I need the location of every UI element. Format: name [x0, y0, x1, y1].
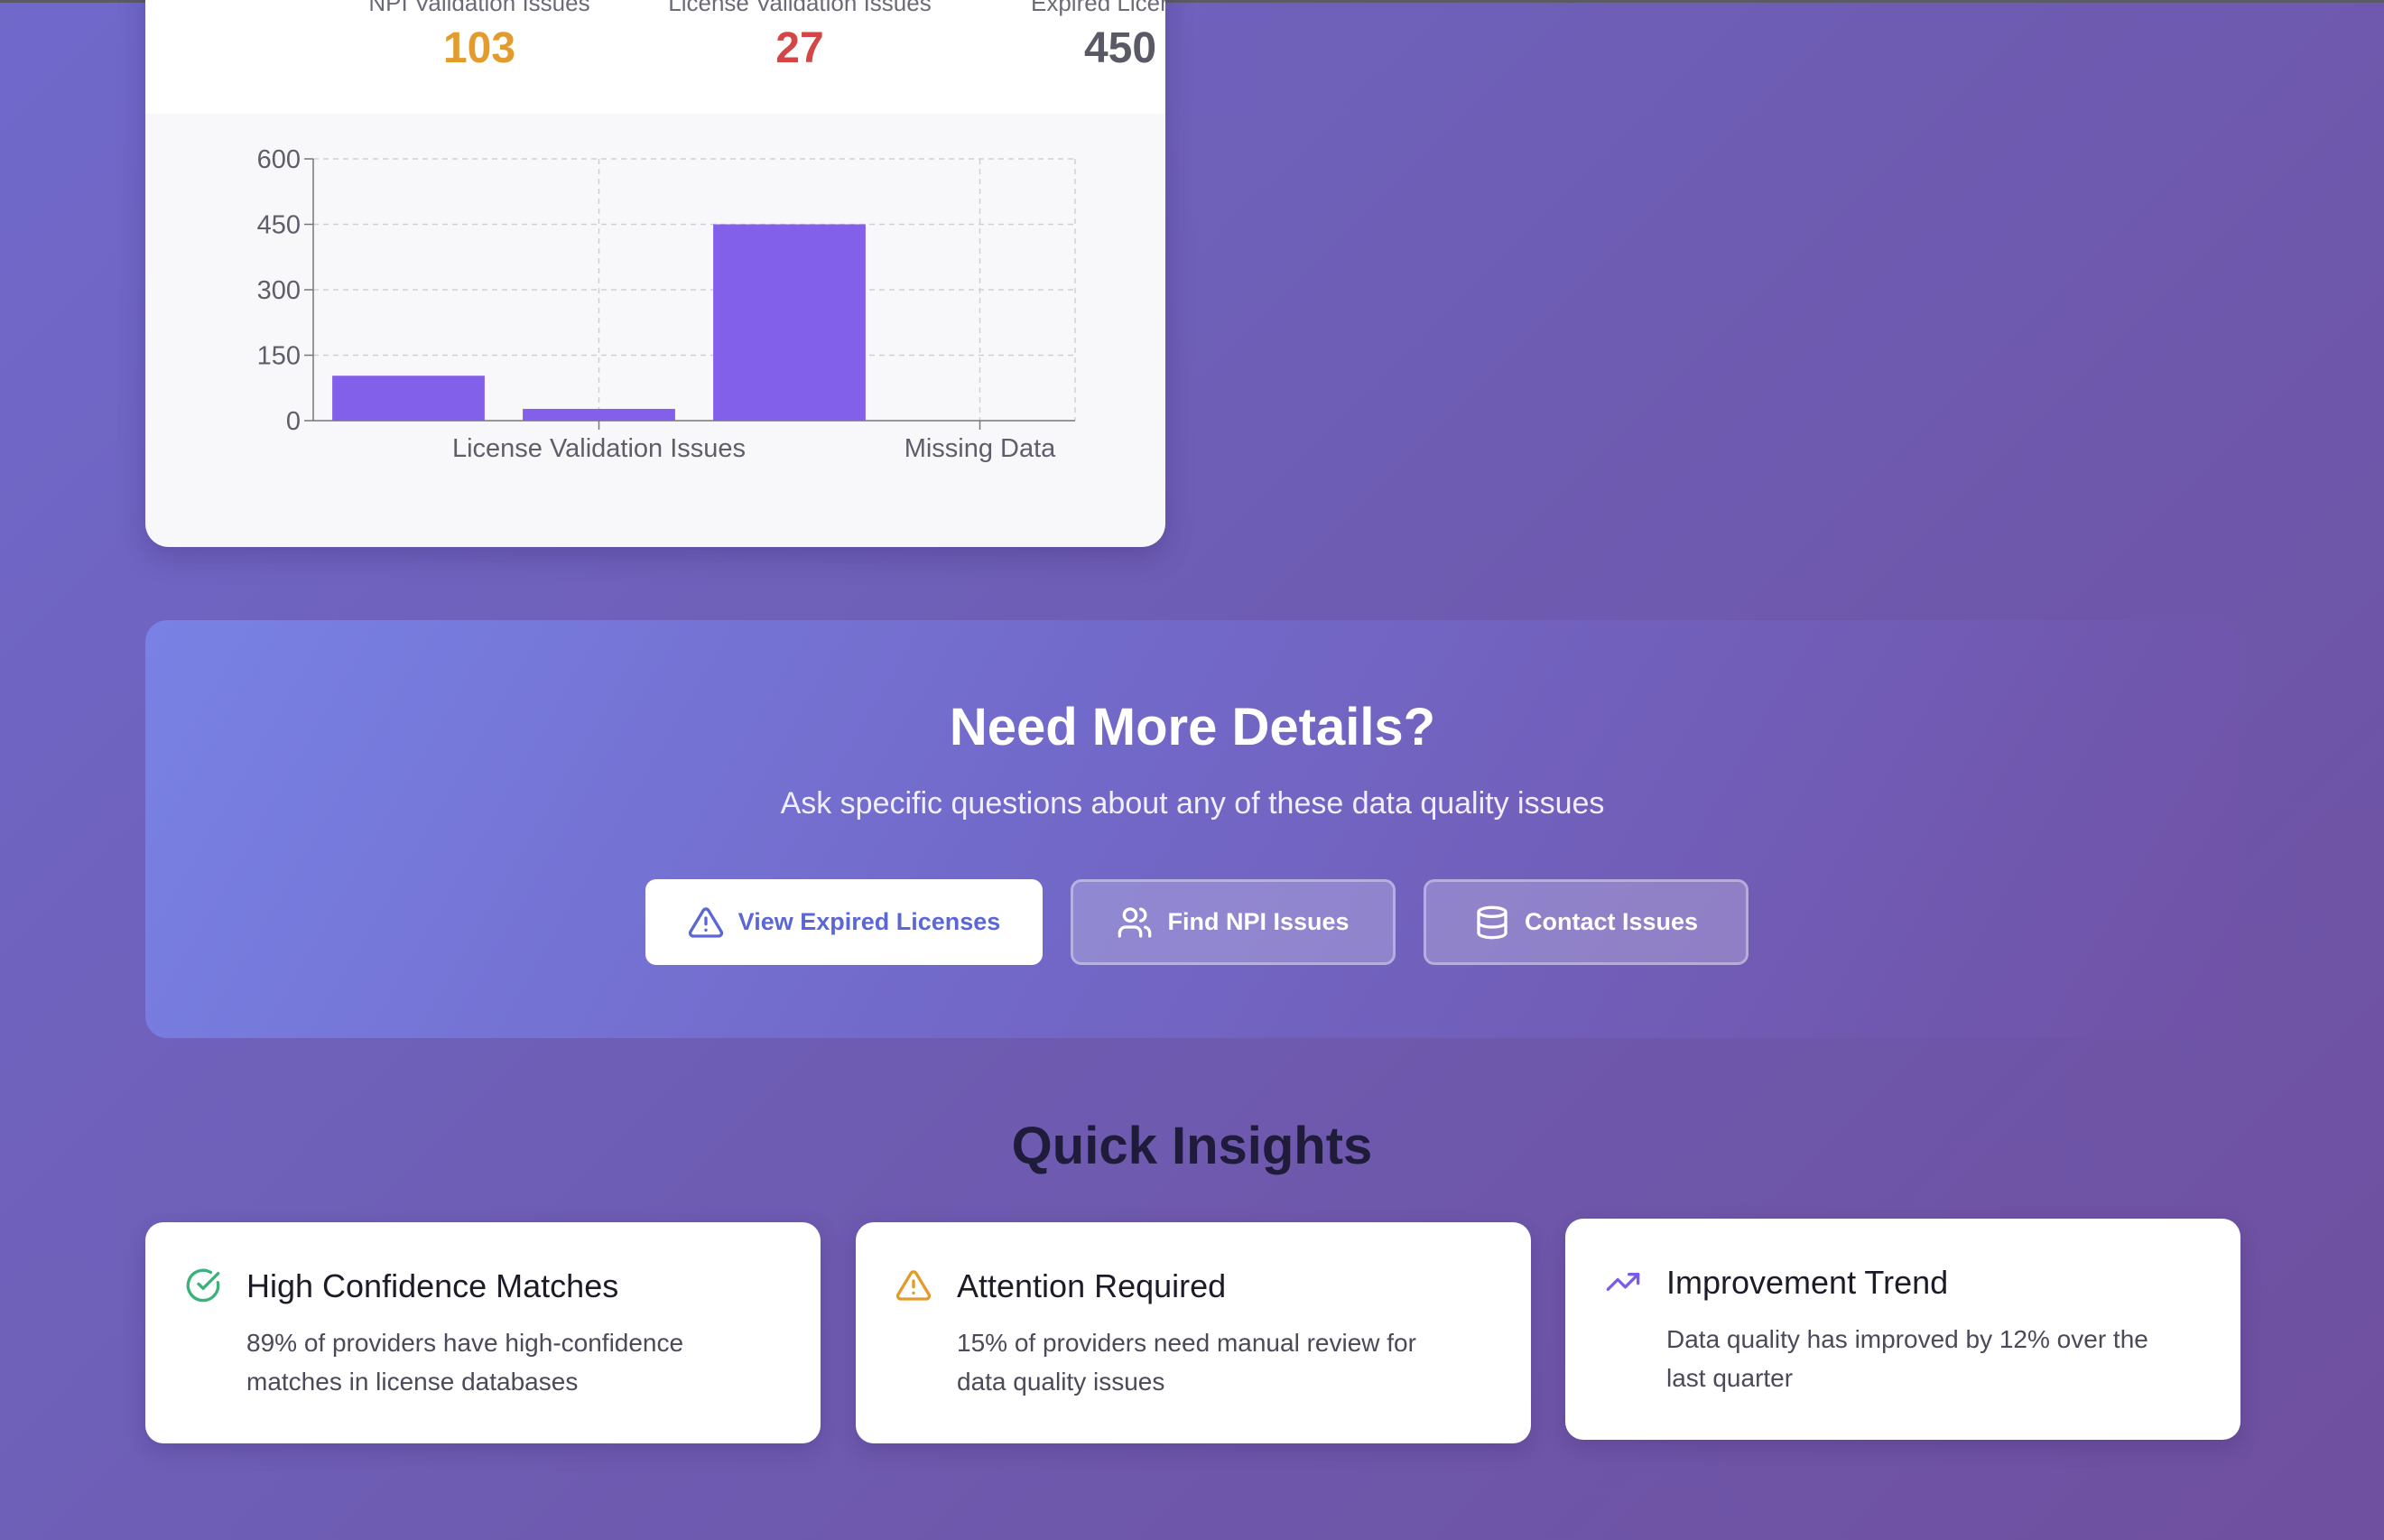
stat-label: Expired Licenses	[1031, 0, 1165, 16]
cta-title: Need More Details?	[949, 698, 1436, 756]
data-quality-summary-card: NPI Validation Issues 103 License Valida…	[145, 0, 1165, 547]
button-label: Contact Issues	[1524, 908, 1699, 935]
database-icon	[1474, 905, 1510, 941]
y-tick-label: 600	[257, 145, 301, 174]
insight-card-improvement-trend: Improvement Trend Data quality has impro…	[1565, 1219, 2240, 1440]
cta-subtitle: Ask specific questions about any of thes…	[780, 786, 1605, 821]
warning-icon	[688, 905, 724, 941]
y-tick-label: 0	[286, 407, 301, 436]
button-label: Find NPI Issues	[1167, 908, 1350, 935]
stat-value: 103	[442, 24, 516, 72]
contact-issues-button[interactable]: Contact Issues	[1424, 879, 1749, 965]
stat-license-validation: License Validation Issues 27	[637, 0, 962, 114]
insight-text: 89% of providers have high-confidence ma…	[246, 1329, 684, 1396]
y-tick-label: 150	[257, 342, 301, 371]
bar	[523, 408, 675, 421]
stat-value: 27	[775, 24, 824, 72]
warning-icon	[895, 1267, 932, 1303]
x-tick-label: License Validation Issues	[452, 434, 746, 463]
users-icon	[1117, 905, 1153, 941]
bar	[332, 376, 485, 421]
trending-up-icon	[1605, 1264, 1641, 1300]
bar	[713, 224, 866, 421]
stats-row: NPI Validation Issues 103 License Valida…	[145, 0, 1165, 114]
find-npi-issues-button[interactable]: Find NPI Issues	[1071, 879, 1396, 965]
x-tick-label: Missing Data	[904, 434, 1056, 463]
issues-bar-chart: 0 150 300 450 600 License Validation Issues Mi…	[257, 145, 1076, 463]
insight-title: High Confidence Matches	[246, 1267, 619, 1304]
insight-title: Improvement Trend	[1666, 1264, 1949, 1301]
button-label: View Expired Licenses	[737, 908, 1001, 935]
quick-insights-title: Quick Insights	[1011, 1117, 1373, 1175]
stat-expired-licenses: Expired Licenses 450	[958, 0, 1165, 114]
insight-card-attention-required: Attention Required 15% of providers need…	[856, 1222, 1531, 1443]
insight-card-high-confidence: High Confidence Matches 89% of providers…	[145, 1222, 821, 1443]
stat-npi-validation: NPI Validation Issues 103	[317, 0, 642, 114]
view-expired-licenses-button[interactable]: View Expired Licenses	[645, 879, 1043, 965]
stat-label: License Validation Issues	[668, 0, 932, 16]
y-tick-label: 300	[257, 276, 301, 305]
stat-value: 450	[1083, 24, 1157, 72]
need-more-details-panel: Need More Details? Ask specific question…	[145, 620, 2240, 1038]
insight-text: Data quality has improved by 12% over th…	[1666, 1325, 2148, 1392]
stat-label: NPI Validation Issues	[368, 0, 590, 16]
y-tick-label: 450	[257, 211, 301, 240]
check-circle-icon	[185, 1267, 221, 1303]
insight-text: 15% of providers need manual review for …	[957, 1329, 1416, 1396]
insight-title: Attention Required	[957, 1267, 1227, 1304]
